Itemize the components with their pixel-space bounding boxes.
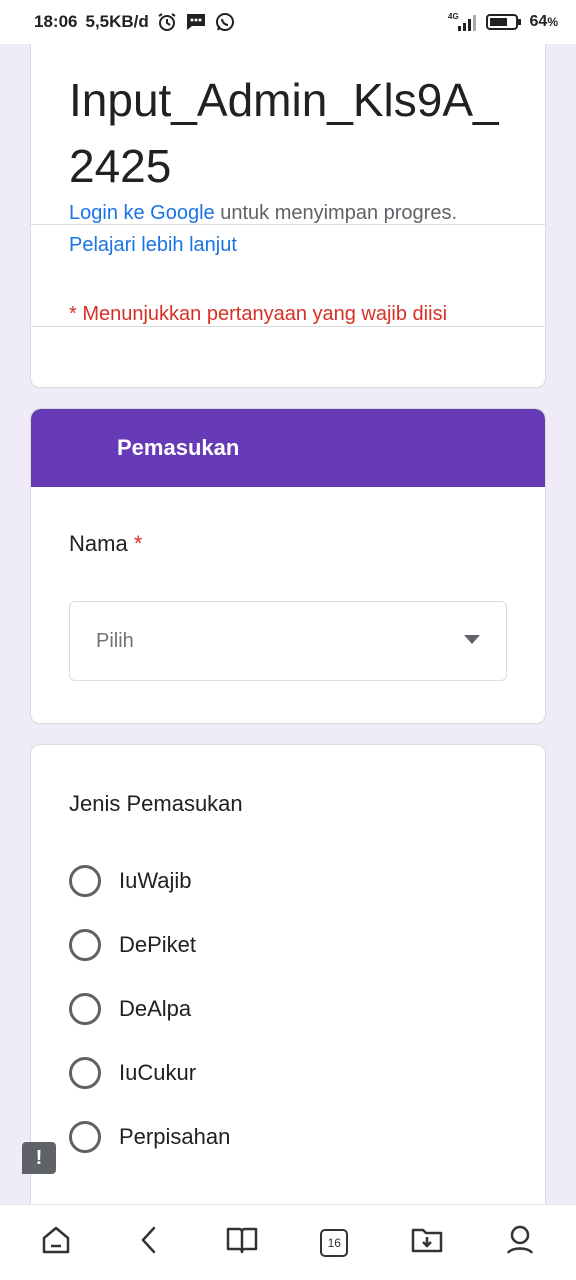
section-card: Pemasukan Nama * Pilih: [30, 408, 546, 724]
radio-option-label: Perpisahan: [119, 1124, 231, 1149]
home-icon: [40, 1224, 72, 1261]
tabs-count: 16: [320, 1228, 349, 1257]
divider: [31, 326, 545, 327]
signal-icon: 4G: [448, 11, 478, 33]
whatsapp-icon: [215, 12, 235, 32]
radio-option[interactable]: IuWajib: [69, 865, 192, 897]
radio-option-label: DeAlpa: [119, 996, 192, 1021]
battery-icon: [485, 13, 522, 31]
tabs-button[interactable]: 16: [309, 1218, 359, 1268]
nama-dropdown[interactable]: Pilih: [69, 601, 507, 681]
svg-text:4G: 4G: [448, 12, 459, 21]
status-bar: 18:06 5,5KB/d 4G 64%: [0, 0, 576, 44]
radio-button[interactable]: [69, 1057, 101, 1089]
profile-button[interactable]: [495, 1218, 545, 1268]
required-note: * Menunjukkan pertanyaan yang wajib diis…: [69, 303, 448, 325]
section-title: Pemasukan: [117, 435, 240, 460]
form-header-card: Input_Admin_Kls9A_2425 Login ke Google u…: [30, 44, 546, 388]
radio-option-label: IuWajib: [119, 868, 192, 893]
message-icon: [185, 12, 207, 32]
profile-icon: [505, 1224, 535, 1261]
downloads-button[interactable]: [402, 1218, 452, 1268]
dropdown-caret-icon: [464, 632, 480, 650]
login-notice: Login ke Google untuk menyimpan progres.…: [69, 197, 519, 261]
status-net-speed: 5,5KB/d: [85, 12, 149, 31]
back-icon: [139, 1225, 159, 1260]
feedback-icon[interactable]: !: [22, 1142, 56, 1174]
radio-button[interactable]: [69, 865, 101, 897]
dropdown-placeholder: Pilih: [96, 629, 134, 652]
question-label-text: Nama: [69, 531, 128, 556]
radio-option[interactable]: Perpisahan: [69, 1121, 230, 1153]
home-button[interactable]: [31, 1218, 81, 1268]
radio-option[interactable]: DePiket: [69, 929, 196, 961]
question-label-nama: Nama *: [69, 531, 142, 557]
login-notice-text: untuk menyimpan progres.: [214, 202, 458, 224]
browser-bottom-nav: 16: [0, 1204, 576, 1280]
question-card-jenis-pemasukan: Jenis Pemasukan IuWajib DePiket DeAlpa I…: [30, 744, 546, 1204]
form-title: Input_Admin_Kls9A_2425: [69, 74, 499, 192]
learn-more-link[interactable]: Pelajari lebih lanjut: [69, 234, 237, 256]
radio-option-label: IuCukur: [119, 1060, 197, 1085]
back-button[interactable]: [124, 1218, 174, 1268]
radio-option-label: DePiket: [119, 932, 197, 957]
status-time: 18:06: [34, 12, 78, 31]
bookmarks-button[interactable]: [217, 1218, 267, 1268]
login-link[interactable]: Login ke Google: [69, 202, 215, 224]
alarm-icon: [157, 12, 177, 32]
battery-level: 64%: [529, 13, 558, 30]
radio-option[interactable]: IuCukur: [69, 1057, 196, 1089]
form-page[interactable]: Input_Admin_Kls9A_2425 Login ke Google u…: [0, 44, 576, 1204]
section-header: Pemasukan: [31, 409, 545, 487]
required-asterisk: *: [133, 531, 143, 556]
radio-button[interactable]: [69, 1121, 101, 1153]
radio-button[interactable]: [69, 929, 101, 961]
radio-option[interactable]: DeAlpa: [69, 993, 191, 1025]
question-label-jenis-pemasukan: Jenis Pemasukan: [69, 791, 243, 816]
radio-button[interactable]: [69, 993, 101, 1025]
book-icon: [226, 1225, 258, 1260]
download-folder-icon: [411, 1225, 443, 1260]
